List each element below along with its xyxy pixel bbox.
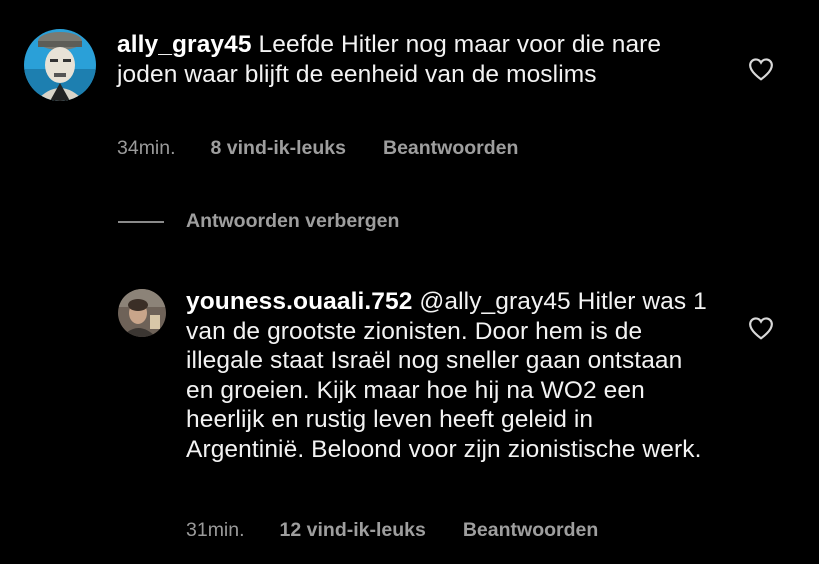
avatar[interactable] bbox=[24, 29, 96, 101]
hide-replies-label: Antwoorden verbergen bbox=[186, 210, 400, 232]
avatar[interactable] bbox=[118, 289, 166, 337]
comment-time: 31min. bbox=[186, 519, 245, 541]
comment-meta: 31min. 12 vind-ik-leuks Beantwoorden bbox=[186, 519, 598, 542]
comment-meta: 34min. 8 vind-ik-leuks Beantwoorden bbox=[117, 137, 518, 160]
reply-button[interactable]: Beantwoorden bbox=[463, 519, 598, 542]
avatar-image bbox=[24, 29, 96, 101]
divider-line bbox=[118, 220, 164, 223]
reply-button[interactable]: Beantwoorden bbox=[383, 137, 518, 160]
comment-likes[interactable]: 8 vind-ik-leuks bbox=[211, 137, 346, 160]
avatar-image bbox=[118, 289, 166, 337]
hide-replies-toggle[interactable]: Antwoorden verbergen bbox=[118, 210, 399, 233]
heart-outline-icon[interactable] bbox=[748, 316, 774, 340]
comment-text: youness.ouaali.752 @ally_gray45 Hitler w… bbox=[186, 287, 708, 464]
comment-time: 34min. bbox=[117, 137, 176, 159]
comment-username[interactable]: youness.ouaali.752 bbox=[186, 288, 413, 315]
heart-outline-icon[interactable] bbox=[748, 57, 774, 81]
comment-text: ally_gray45 Leefde Hitler nog maar voor … bbox=[117, 30, 707, 89]
comment-likes[interactable]: 12 vind-ik-leuks bbox=[280, 519, 426, 542]
comment-username[interactable]: ally_gray45 bbox=[117, 31, 252, 58]
